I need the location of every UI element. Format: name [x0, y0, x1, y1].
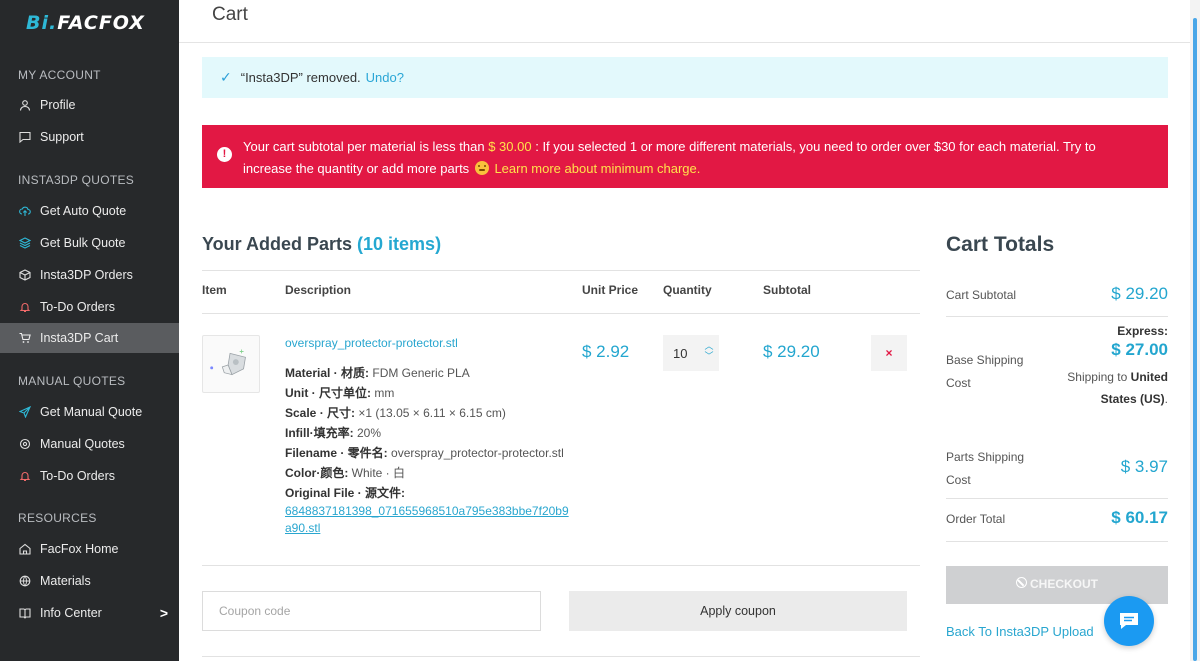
sidebar-item-info-center[interactable]: Info Center >: [0, 598, 179, 628]
book-icon: [18, 607, 31, 620]
sidebar-item-todo-orders[interactable]: To-Do Orders: [0, 292, 179, 322]
part-meta-color: Color·颜色: White · 白: [285, 466, 406, 480]
part-thumbnail[interactable]: [202, 335, 260, 393]
part-meta-filename: Filename · 零件名: overspray_protector-prot…: [285, 446, 564, 460]
alert-text-before: Your cart subtotal per material is less …: [243, 139, 485, 154]
col-item: Item: [202, 283, 227, 297]
cart-subtotal-label: Cart Subtotal: [946, 288, 1017, 302]
bell-icon: [18, 301, 31, 314]
sidebar-item-profile[interactable]: Profile: [0, 90, 179, 120]
bell-icon: [18, 470, 31, 483]
parts-shipping-value: $ 3.97: [1120, 457, 1168, 476]
minimum-charge-alert: ! Your cart subtotal per material is les…: [202, 125, 1168, 188]
parts-header-divider: [202, 313, 920, 314]
parts-count: (10 items): [357, 234, 442, 254]
part-meta-unit: Unit · 尺寸单位: mm: [285, 386, 395, 400]
base-shipping-label: Base Shipping Cost: [946, 353, 1024, 390]
box-icon: [18, 269, 31, 282]
section-insta3dp-quotes: INSTA3DP QUOTES: [18, 173, 135, 187]
disabled-icon: [1016, 577, 1027, 588]
shipping-divider: [946, 498, 1168, 499]
home-icon: [18, 543, 31, 556]
sidebar-item-support[interactable]: Support: [0, 122, 179, 152]
col-description: Description: [285, 283, 352, 297]
message-icon: [1120, 613, 1138, 629]
section-my-account: MY ACCOUNT: [18, 68, 101, 82]
base-shipping-value: $ 27.00: [1111, 340, 1168, 359]
part-meta-scale: Scale · 尺寸: ×1 (13.05 × 6.11 × 6.15 cm): [285, 406, 506, 420]
section-resources: RESOURCES: [18, 511, 97, 525]
sidebar-item-manual-todo-orders[interactable]: To-Do Orders: [0, 461, 179, 491]
send-icon: [18, 406, 31, 419]
user-icon: [18, 99, 31, 112]
col-unit-price: Unit Price: [582, 283, 639, 297]
parts-bottom-divider: [202, 565, 920, 566]
scrollbar[interactable]: [1190, 0, 1200, 661]
remove-item-button[interactable]: ×: [871, 335, 907, 371]
sidebar-item-materials[interactable]: Materials: [0, 566, 179, 596]
col-subtotal: Subtotal: [763, 283, 811, 297]
part-meta-material: Material · 材质: FDM Generic PLA: [285, 366, 470, 380]
globe-icon: [18, 575, 31, 588]
removed-notice: ✓ “Insta3DP” removed. Undo?: [202, 57, 1168, 98]
sidebar-item-insta3dp-cart[interactable]: Insta3DP Cart: [0, 323, 179, 353]
smile-emoji-icon: [474, 161, 489, 175]
sidebar-item-facfox-home[interactable]: FacFox Home: [0, 534, 179, 564]
sidebar-item-insta3dp-orders[interactable]: Insta3DP Orders: [0, 260, 179, 290]
cart-subtotal-value: $ 29.20: [1111, 284, 1168, 303]
chevron-up-icon[interactable]: ︿: [704, 341, 713, 351]
parts-heading: Your Added Parts (10 items): [202, 234, 442, 254]
back-to-upload-link[interactable]: Back To Insta3DP Upload: [946, 624, 1094, 639]
undo-link[interactable]: Undo?: [366, 70, 404, 85]
layers-icon: [18, 237, 31, 250]
total-divider: [946, 541, 1168, 542]
part-name-link[interactable]: overspray_protector-protector.stl: [285, 336, 458, 350]
sidebar-item-get-manual-quote[interactable]: Get Manual Quote: [0, 397, 179, 427]
facfox-logo[interactable]: Bi.FACFOX: [26, 12, 145, 34]
part-meta-infill: Infill·填充率: 20%: [285, 426, 382, 440]
order-total-label: Order Total: [946, 512, 1006, 526]
chevron-down-icon[interactable]: ﹀: [704, 351, 713, 361]
part-meta-original-file: Original File · 源文件:: [285, 486, 406, 500]
order-total-value: $ 60.17: [1111, 508, 1168, 527]
sidebar: Bi.FACFOX MY ACCOUNT Profile Support INS…: [0, 0, 179, 661]
shipping-destination: Shipping to United States (US).: [1067, 370, 1168, 406]
row-subtotal: $ 29.20: [763, 342, 820, 361]
scrollbar-thumb[interactable]: [1193, 18, 1197, 661]
alert-icon: !: [217, 147, 232, 162]
check-icon: ✓: [220, 69, 232, 85]
sidebar-item-get-auto-quote[interactable]: Get Auto Quote: [0, 196, 179, 226]
gear-icon: [18, 438, 31, 451]
section-manual-quotes: MANUAL QUOTES: [18, 374, 126, 388]
learn-more-link[interactable]: Learn more about minimum charge.: [494, 161, 700, 176]
col-quantity: Quantity: [663, 283, 712, 297]
cart-icon: [18, 332, 31, 345]
cart-totals-heading: Cart Totals: [946, 233, 1055, 256]
original-file-link[interactable]: 6848837181398_071655968510a795e383bbe7f2…: [285, 503, 575, 537]
removed-notice-text: “Insta3DP” removed.: [240, 70, 361, 85]
coupon-divider: [202, 656, 920, 657]
part-preview-icon: [210, 349, 246, 376]
subtotal-divider: [946, 316, 1168, 317]
page-title: Cart: [212, 4, 248, 25]
parts-top-divider: [202, 270, 920, 271]
coupon-code-input[interactable]: [202, 591, 541, 631]
header-divider: [179, 42, 1200, 43]
parts-shipping-label: Parts Shipping Cost: [946, 450, 1025, 487]
unit-price: $ 2.92: [582, 342, 630, 361]
chat-widget-button[interactable]: [1104, 596, 1154, 646]
quantity-stepper[interactable]: ︿ ﹀: [704, 341, 714, 363]
chevron-right-icon: >: [159, 605, 168, 621]
apply-coupon-button[interactable]: Apply coupon: [569, 591, 907, 631]
cloud-upload-icon: [18, 205, 31, 218]
chat-icon: [18, 131, 31, 144]
sidebar-item-manual-quotes[interactable]: Manual Quotes: [0, 429, 179, 459]
sidebar-item-get-bulk-quote[interactable]: Get Bulk Quote: [0, 228, 179, 258]
shipping-method-express: Express:: [1117, 324, 1168, 338]
alert-amount: $ 30.00: [488, 139, 532, 154]
